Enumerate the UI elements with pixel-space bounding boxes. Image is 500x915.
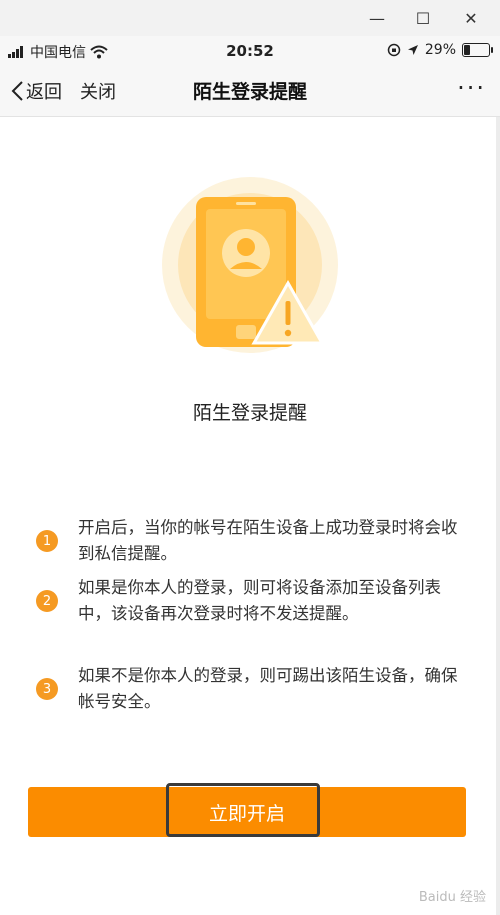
list-item-3: 3 如果不是你本人的登录，则可踢出该陌生设备，确保帐号安全。 [36,663,466,715]
minimize-icon: — [369,8,385,28]
list-item-1: 1 开启后，当你的帐号在陌生设备上成功登录时将会收到私信提醒。 [36,515,466,567]
number-badge: 1 [36,530,58,552]
battery-level [464,45,471,55]
item-text: 开启后，当你的帐号在陌生设备上成功登录时将会收到私信提醒。 [78,518,458,563]
maximize-button[interactable]: ☐ [408,6,438,30]
number-badge: 3 [36,678,58,700]
status-right-group: 29% [387,42,493,58]
list-item-2: 2 如果是你本人的登录，则可将设备添加至设备列表中，该设备再次登录时将不发送提醒… [36,575,466,627]
item-text: 如果不是你本人的登录，则可踢出该陌生设备，确保帐号安全。 [78,666,458,711]
number-badge: 2 [36,590,58,612]
close-icon: ✕ [464,8,478,28]
headline: 陌生登录提醒 [192,402,307,424]
page-title: 陌生登录提醒 [192,81,307,103]
maximize-icon: ☐ [415,8,431,28]
right-edge [496,0,500,915]
minimize-button[interactable]: — [362,6,392,30]
nav-bar: 返回 关闭 陌生登录提醒 ··· [0,66,500,117]
watermark: Baidu 经验 [418,890,486,905]
status-bar: 中国电信 20:52 29% [0,36,500,66]
battery-percent: 29% [424,42,456,58]
phone-warning-illustration [162,177,338,353]
battery-icon [462,43,493,57]
close-window-button[interactable]: ✕ [456,6,486,30]
more-button[interactable]: ··· [457,74,486,102]
rotation-lock-icon [387,43,401,57]
item-text: 如果是你本人的登录，则可将设备添加至设备列表中，该设备再次登录时将不发送提醒。 [78,578,441,623]
highlight-box [166,783,320,837]
window-title-bar: — ☐ ✕ [0,0,500,36]
location-icon [407,45,418,55]
